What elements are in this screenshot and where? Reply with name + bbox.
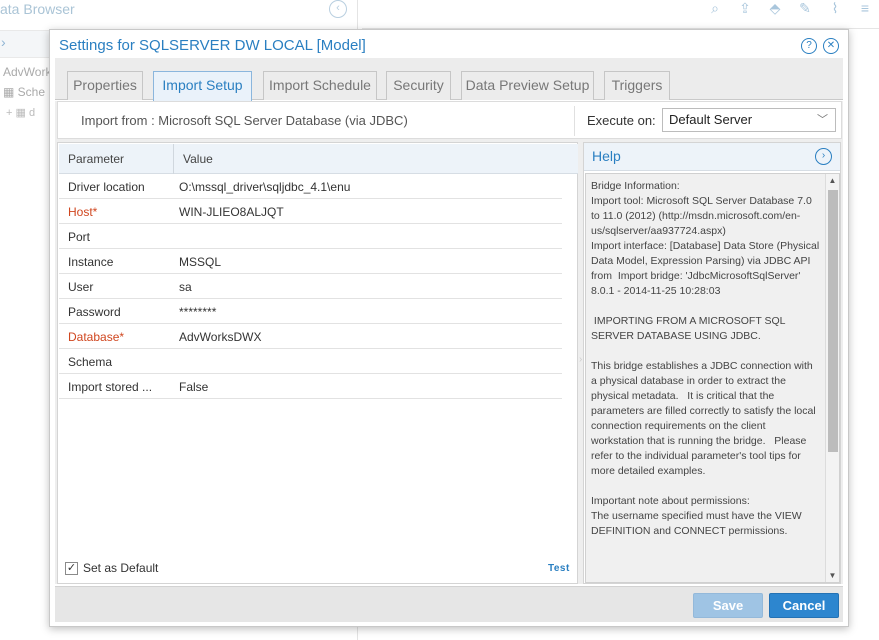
menu-icon[interactable]: ≡ [855, 0, 875, 20]
table-row-instance[interactable]: Instance MSSQL [59, 249, 562, 274]
import-bar-divider [574, 106, 575, 136]
test-connection-link[interactable]: Test [548, 563, 570, 574]
data-browser-title: ata Browser [0, 1, 75, 17]
table-row-schema[interactable]: Schema [59, 349, 562, 374]
help-text: Bridge Information: Import tool: Microso… [591, 180, 820, 537]
splitter-grip-icon[interactable]: › [579, 354, 582, 365]
tab-import-setup[interactable]: Import Setup [153, 71, 252, 101]
set-as-default[interactable]: ✓ Set as Default [65, 561, 158, 575]
import-from-label: Import from : Microsoft SQL Server Datab… [81, 113, 408, 128]
param-name: User [68, 280, 94, 294]
tree-item-child[interactable]: + ▦ d [6, 106, 35, 119]
scroll-up-icon[interactable]: ▲ [826, 176, 839, 185]
table-row-user[interactable]: User sa [59, 274, 562, 299]
column-header-value: Value [183, 152, 213, 166]
dialog-title: Settings for SQLSERVER DW LOCAL [Model] [59, 37, 366, 54]
param-name: Import stored ... [68, 380, 153, 394]
parameters-panel: Parameter Value Driver location O:\mssql… [57, 142, 578, 584]
table-row-import-stored[interactable]: Import stored ... False [59, 374, 562, 399]
help-title: Help [592, 148, 621, 164]
import-source-bar: Import from : Microsoft SQL Server Datab… [57, 101, 842, 139]
parameters-table-header: Parameter Value [59, 144, 578, 174]
scroll-down-icon[interactable]: ▼ [826, 571, 839, 580]
cancel-button[interactable]: Cancel [769, 593, 839, 618]
comment-icon[interactable]: ✎ [795, 0, 815, 20]
import-setup-content: Import from : Microsoft SQL Server Datab… [55, 101, 843, 584]
param-value[interactable]: ******** [179, 305, 216, 319]
column-divider[interactable] [173, 144, 174, 174]
tab-properties[interactable]: Properties [67, 71, 143, 100]
param-name: Driver location [68, 180, 145, 194]
execute-on-value: Default Server [669, 112, 753, 127]
tab-import-schedule[interactable]: Import Schedule [263, 71, 377, 100]
settings-dialog: Settings for SQLSERVER DW LOCAL [Model] … [49, 29, 849, 627]
param-name: Host* [68, 205, 98, 219]
chevron-right-icon[interactable]: › [815, 148, 832, 165]
expand-chevron-icon[interactable]: › [1, 34, 6, 50]
tree-item-child-label: d [28, 107, 36, 119]
settings-tabs: Properties Import Setup Import Schedule … [55, 58, 843, 101]
help-panel: Help › Bridge Information: Import tool: … [583, 142, 841, 584]
search-icon[interactable]: ⌕ [705, 0, 725, 20]
table-row-port[interactable]: Port [59, 224, 562, 249]
save-button[interactable]: Save [693, 593, 763, 618]
param-name: Port [68, 230, 91, 244]
set-as-default-checkbox[interactable]: ✓ [65, 561, 78, 575]
set-as-default-label: Set as Default [83, 561, 159, 575]
scrollbar-thumb[interactable] [828, 190, 838, 452]
column-header-parameter: Parameter [68, 152, 125, 166]
dialog-footer: Save Cancel [55, 586, 843, 622]
param-value[interactable]: False [179, 380, 208, 394]
param-value[interactable]: AdvWorksDWX [179, 330, 261, 344]
table-row-password[interactable]: Password ******** [59, 299, 562, 324]
parameters-table-body: Driver location O:\mssql_driver\sqljdbc_… [59, 174, 562, 399]
tree-item-schema-label: Sche [17, 85, 46, 99]
execute-on-select[interactable]: Default Server ﹀ [662, 108, 836, 132]
param-value[interactable]: MSSQL [179, 255, 221, 269]
tree-item-schema[interactable]: ▦ Sche [3, 85, 45, 99]
main-toolbar: ⌕ ⇪ ⬘ ✎ ⌇ ≡ [705, 0, 879, 20]
tag-icon[interactable]: ⬘ [765, 0, 785, 20]
dialog-help-icon[interactable]: ? [801, 38, 817, 54]
help-header: Help › [584, 143, 840, 171]
param-name: Database* [68, 330, 125, 344]
table-row-database[interactable]: Database* AdvWorksDWX [59, 324, 562, 349]
execute-on-label: Execute on: [587, 113, 656, 128]
param-name: Password [68, 305, 121, 319]
table-row-host[interactable]: Host* WIN-JLIEO8ALJQT [59, 199, 562, 224]
param-name: Instance [68, 255, 114, 269]
attachment-icon[interactable]: ⌇ [825, 0, 845, 20]
close-icon[interactable]: ✕ [823, 38, 839, 54]
param-value[interactable]: WIN-JLIEO8ALJQT [179, 205, 284, 219]
param-name: Schema [68, 355, 113, 369]
table-row-driver-location[interactable]: Driver location O:\mssql_driver\sqljdbc_… [59, 174, 562, 199]
tab-security[interactable]: Security [386, 71, 451, 100]
param-value[interactable]: O:\mssql_driver\sqljdbc_4.1\enu [179, 180, 350, 194]
tab-data-preview-setup[interactable]: Data Preview Setup [461, 71, 594, 100]
chevron-down-icon: ﹀ [817, 114, 828, 126]
help-content: Bridge Information: Import tool: Microso… [585, 173, 840, 583]
collapse-left-icon[interactable]: ‹ [329, 0, 347, 18]
param-value[interactable]: sa [179, 280, 192, 294]
help-scrollbar[interactable]: ▲ ▼ [825, 174, 839, 582]
tab-triggers[interactable]: Triggers [604, 71, 670, 100]
share-icon[interactable]: ⇪ [735, 0, 755, 20]
